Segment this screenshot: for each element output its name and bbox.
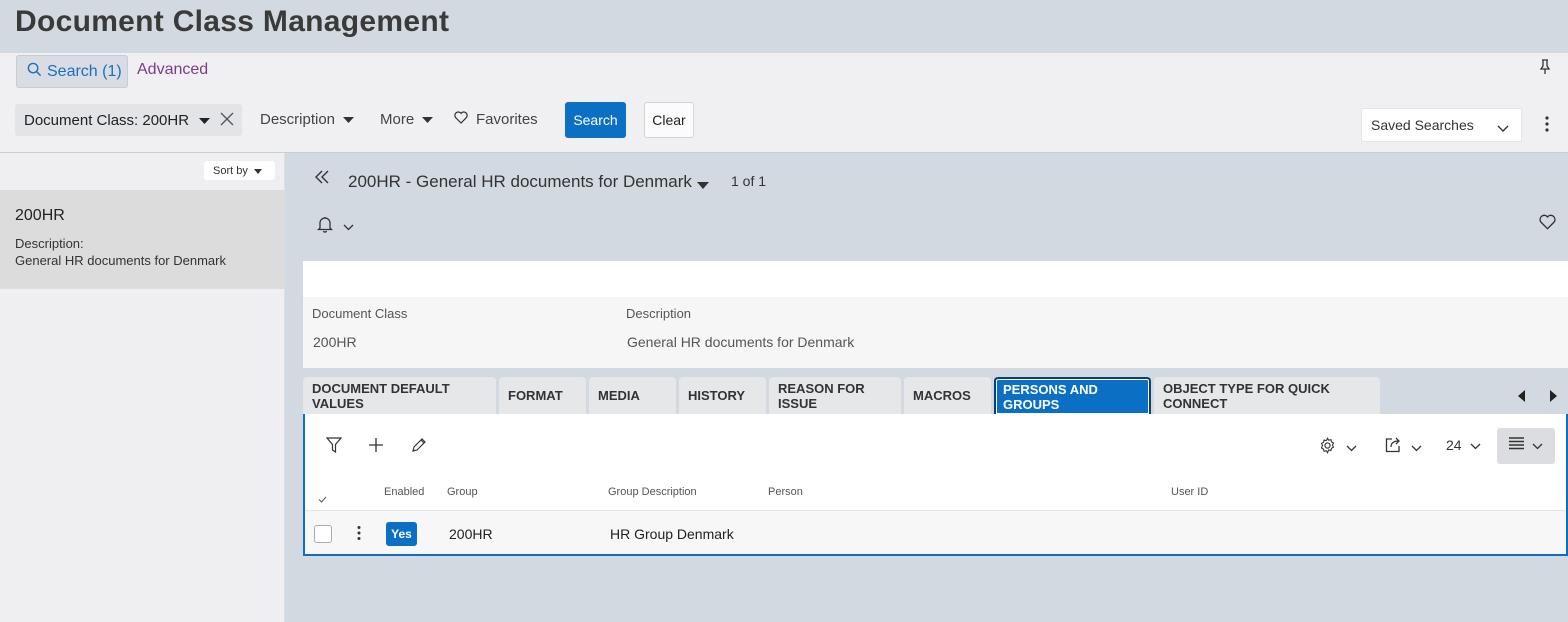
bell-icon (316, 216, 334, 238)
more-filter-dropdown[interactable]: More (380, 111, 434, 128)
tab-media[interactable]: MEDIA (589, 377, 676, 414)
grid-settings-dropdown[interactable] (1319, 437, 1357, 459)
record-count: 1 of 1 (731, 173, 767, 189)
double-chevron-left-icon (315, 170, 329, 189)
tab-object-type-for-quick-connect[interactable]: OBJECT TYPE FOR QUICK CONNECT (1154, 377, 1380, 414)
list-item-description: General HR documents for Denmark (15, 253, 226, 268)
notifications-dropdown[interactable] (316, 216, 354, 238)
list-item[interactable]: 200HR Description: General HR documents … (0, 190, 285, 289)
tab-document-default-values[interactable]: DOCUMENT DEFAULT VALUES (303, 377, 496, 414)
record-card-header (303, 261, 1568, 297)
more-filter-label: More (380, 111, 415, 128)
chevron-left-icon[interactable] (1518, 389, 1526, 407)
document-class-field-label: Document Class (312, 306, 408, 321)
plus-icon[interactable] (368, 437, 384, 458)
tab-history[interactable]: HISTORY (679, 377, 766, 414)
document-class-field-value: 200HR (313, 334, 357, 350)
group-description-cell: HR Group Denmark (610, 526, 734, 542)
search-tab-label: Search (1) (47, 62, 122, 80)
search-button[interactable]: Search (565, 102, 626, 138)
title-bar: Document Class Management (0, 0, 1568, 53)
description-filter-label: Description (260, 111, 336, 128)
search-panel (0, 53, 1568, 153)
caret-down-icon (253, 165, 262, 177)
gear-icon (1319, 437, 1336, 459)
tab-persons-and-groups[interactable]: PERSONS AND GROUPS (994, 377, 1151, 414)
column-header-enabled[interactable]: Enabled (384, 486, 424, 498)
group-cell: 200HR (449, 526, 493, 542)
column-header-group-description[interactable]: Group Description (608, 486, 697, 498)
enabled-badge: Yes (386, 522, 417, 546)
list-item-description-label: Description: (15, 236, 84, 251)
chevron-down-icon (1497, 120, 1509, 136)
page-title: Document Class Management (15, 5, 450, 38)
saved-searches-label: Saved Searches (1371, 117, 1474, 133)
chevron-down-icon (1470, 437, 1481, 453)
favorites-label: Favorites (476, 111, 538, 128)
chevron-right-icon[interactable] (1549, 389, 1557, 407)
description-filter-dropdown[interactable]: Description (260, 111, 355, 128)
chevron-down-icon (343, 218, 354, 236)
tab-reason-for-issue[interactable]: REASON FOR ISSUE (769, 377, 901, 414)
page-size-dropdown[interactable]: 24 (1446, 437, 1481, 453)
list-view-icon (1509, 437, 1524, 455)
close-icon[interactable] (220, 112, 234, 130)
sort-by-dropdown[interactable]: Sort by (204, 161, 275, 180)
document-class-filter-chip[interactable]: Document Class: 200HR (15, 104, 242, 136)
pin-icon[interactable] (1538, 59, 1552, 80)
tab-macros[interactable]: MACROS (904, 377, 991, 414)
search-icon (27, 62, 42, 82)
filter-icon[interactable] (325, 437, 343, 458)
pencil-icon[interactable] (411, 437, 427, 458)
chevron-down-icon (1532, 437, 1543, 455)
favorites-button[interactable]: Favorites (454, 111, 538, 128)
sort-by-label: Sort by (213, 164, 248, 177)
kebab-icon[interactable] (1541, 115, 1553, 138)
checkmark-icon[interactable] (318, 490, 327, 508)
advanced-tab[interactable]: Advanced (137, 61, 208, 79)
caret-down-icon (343, 111, 355, 128)
heart-icon[interactable] (1539, 214, 1556, 235)
column-header-group[interactable]: Group (447, 486, 478, 498)
search-tab[interactable]: Search (1) (16, 55, 128, 88)
clear-button[interactable]: Clear (644, 102, 694, 138)
collapse-list-button[interactable] (315, 170, 329, 189)
caret-down-icon[interactable] (697, 176, 709, 194)
table-row[interactable] (305, 511, 1566, 554)
record-title: 200HR - General HR documents for Denmark (348, 172, 692, 191)
caret-down-icon (422, 111, 434, 128)
tab-format[interactable]: FORMAT (499, 377, 586, 414)
list-item-title: 200HR (15, 207, 65, 224)
chevron-down-icon (1411, 439, 1422, 457)
description-field-label: Description (626, 306, 692, 321)
heart-icon (454, 111, 468, 128)
row-select-checkbox[interactable] (314, 525, 332, 543)
chip-label: Document Class: 200HR (24, 111, 190, 129)
view-mode-dropdown[interactable] (1497, 428, 1555, 464)
export-icon (1385, 437, 1401, 458)
kebab-icon[interactable] (355, 525, 363, 546)
description-field-value: General HR documents for Denmark (627, 334, 855, 350)
page-size-value: 24 (1446, 437, 1462, 453)
chevron-down-icon (1346, 439, 1357, 457)
detail-tabs: DOCUMENT DEFAULT VALUES FORMAT MEDIA HIS… (303, 377, 1380, 414)
column-header-user-id[interactable]: User ID (1171, 486, 1208, 498)
column-header-person[interactable]: Person (768, 486, 803, 498)
caret-down-icon[interactable] (199, 112, 211, 129)
export-dropdown[interactable] (1385, 437, 1422, 458)
record-fields (303, 297, 1568, 368)
saved-searches-dropdown[interactable]: Saved Searches (1361, 108, 1522, 142)
